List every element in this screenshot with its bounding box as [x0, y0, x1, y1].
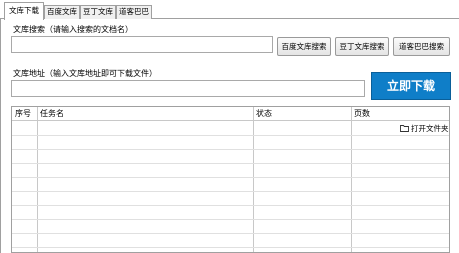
table-row[interactable]	[12, 135, 449, 136]
table-row[interactable]	[12, 191, 449, 192]
table-row[interactable]	[12, 163, 449, 164]
folder-icon	[400, 124, 409, 135]
table-row[interactable]	[12, 219, 449, 220]
column-divider	[37, 107, 38, 252]
tab-daoke-baba[interactable]: 道客巴巴	[116, 5, 152, 19]
address-input[interactable]	[11, 80, 365, 97]
table-row[interactable]	[12, 205, 449, 206]
column-header-task-name[interactable]: 任务名	[37, 107, 253, 120]
open-folder-label: 打开文件夹	[411, 124, 449, 133]
baidu-search-button[interactable]: 百度文库搜索	[277, 37, 331, 56]
search-input[interactable]	[11, 36, 273, 53]
open-folder-link[interactable]: 打开文件夹	[400, 123, 449, 134]
tab-douding-wenku[interactable]: 豆丁文库	[80, 5, 116, 19]
daoke-search-button[interactable]: 道客巴巴搜索	[393, 37, 450, 56]
task-table: 序号 任务名 状态 页数 打开文件夹	[11, 106, 450, 253]
column-divider	[253, 107, 254, 252]
tab-bar: 文库下载 百度文库 豆丁文库 道客巴巴	[0, 0, 459, 20]
column-header-status[interactable]: 状态	[253, 107, 351, 120]
table-row[interactable]	[12, 233, 449, 234]
column-divider	[351, 107, 352, 252]
column-header-index[interactable]: 序号	[12, 107, 37, 120]
download-now-button[interactable]: 立即下载	[371, 72, 451, 100]
table-header: 序号 任务名 状态 页数	[12, 107, 449, 121]
table-row[interactable]	[12, 247, 449, 248]
column-header-pages[interactable]: 页数	[351, 107, 449, 120]
download-panel: 文库搜索（请输入搜索的文档名） 百度文库搜索 豆丁文库搜索 道客巴巴搜索 文库地…	[0, 19, 459, 253]
search-label: 文库搜索（请输入搜索的文档名）	[13, 25, 133, 34]
table-row[interactable]	[12, 177, 449, 178]
table-row[interactable]	[12, 149, 449, 150]
tab-baidu-wenku[interactable]: 百度文库	[44, 5, 80, 19]
tab-wenku-download[interactable]: 文库下载	[4, 2, 44, 20]
douding-search-button[interactable]: 豆丁文库搜索	[335, 37, 389, 56]
address-label: 文库地址（输入文库地址即可下载文件）	[13, 69, 157, 78]
